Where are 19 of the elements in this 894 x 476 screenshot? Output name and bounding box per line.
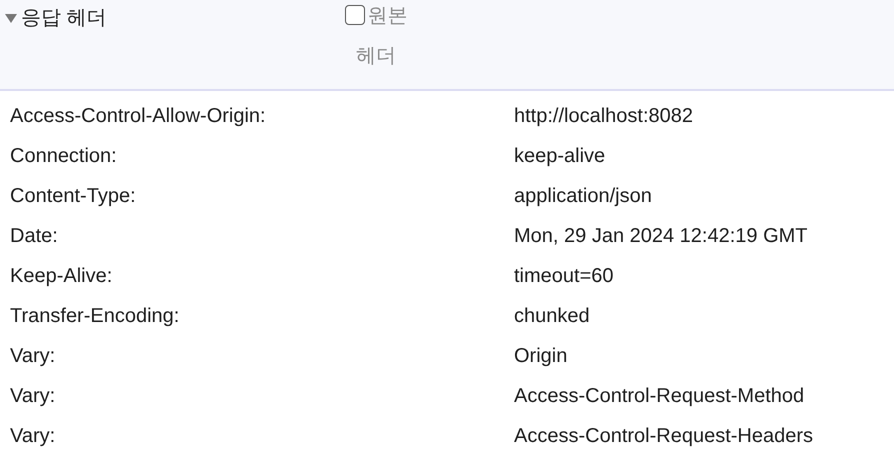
header-value: chunked — [514, 304, 591, 328]
header-name: Date: — [10, 224, 59, 248]
header-value: Access-Control-Request-Headers — [514, 424, 814, 448]
header-name: Vary: — [10, 424, 56, 448]
header-name: Content-Type: — [10, 184, 137, 208]
header-value: application/json — [514, 184, 653, 208]
header-name: Vary: — [10, 344, 56, 368]
header-name: Keep-Alive: — [10, 264, 114, 288]
header-value: http://localhost:8082 — [514, 104, 694, 128]
header-value: Mon, 29 Jan 2024 12:42:19 GMT — [514, 224, 809, 248]
header-value: Access-Control-Request-Method — [514, 384, 806, 408]
header-name: Transfer-Encoding: — [10, 304, 180, 328]
header-name: Access-Control-Allow-Origin: — [10, 104, 267, 128]
response-headers-toggle[interactable]: 응답 헤더 — [4, 4, 334, 31]
header-value: keep-alive — [514, 144, 606, 168]
header-value: Origin — [514, 344, 568, 368]
header-name: Vary: — [10, 384, 56, 408]
header-name: Connection: — [10, 144, 118, 168]
header-value: timeout=60 — [514, 264, 615, 288]
